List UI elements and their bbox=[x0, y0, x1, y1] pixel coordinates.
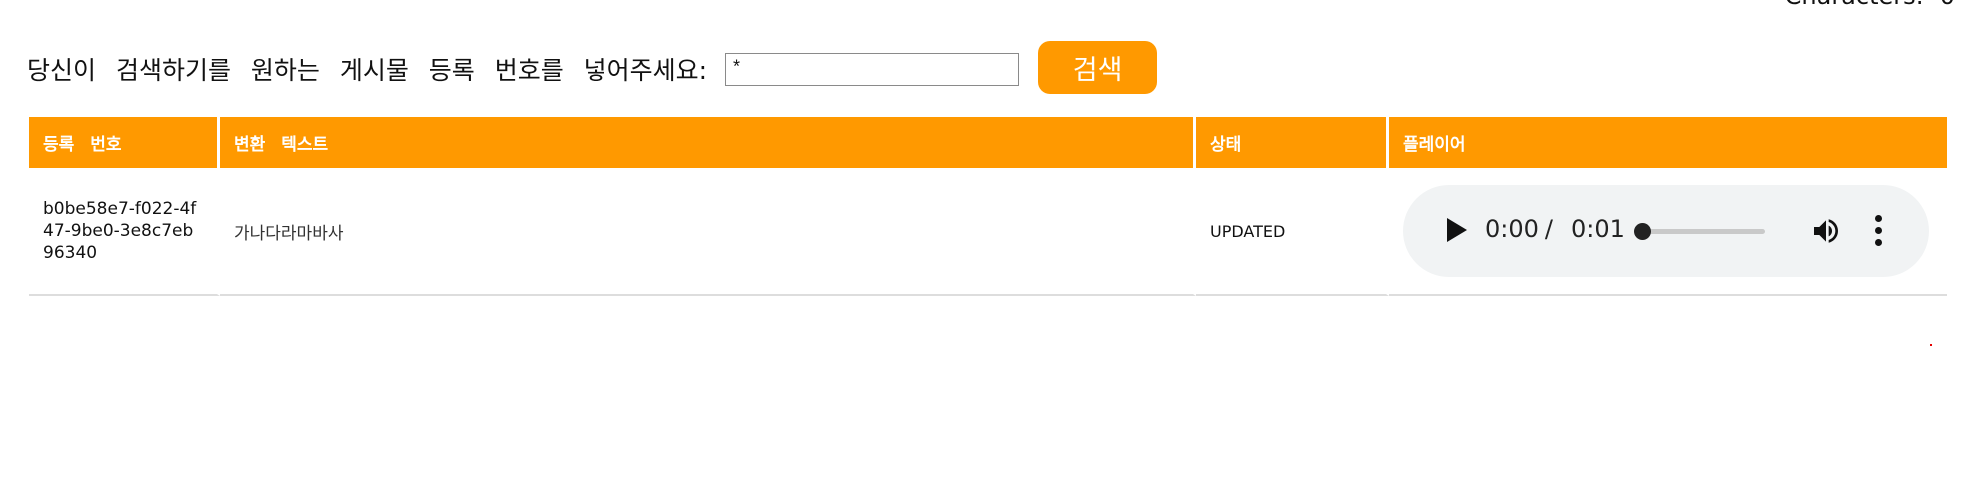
character-counter-value: 0 bbox=[1940, 0, 1955, 10]
progress-slider[interactable] bbox=[1634, 223, 1765, 240]
column-header-status: 상태 bbox=[1196, 117, 1389, 168]
more-options-icon[interactable] bbox=[1875, 215, 1883, 247]
search-bar: 당신이 검색하기를 원하는 게시물 등록 번호를 넣어주세요: 검색 bbox=[27, 40, 1158, 96]
cell-text: 가나다라마바사 bbox=[220, 168, 1196, 296]
table-header: 등록 번호 변환 텍스트 상태 플레이어 bbox=[29, 117, 1947, 168]
duration: 0:01 bbox=[1571, 215, 1625, 243]
table-header-row: 등록 번호 변환 텍스트 상태 플레이어 bbox=[29, 117, 1947, 168]
status-text: UPDATED bbox=[1210, 221, 1286, 241]
column-header-player: 플레이어 bbox=[1389, 117, 1947, 168]
time-separator: / bbox=[1544, 215, 1553, 243]
table-row: b0be58e7-f022-4f47-9be0-3e8c7eb96340 가나다… bbox=[29, 168, 1947, 296]
converted-text: 가나다라마바사 bbox=[234, 223, 344, 244]
volume-icon[interactable] bbox=[1809, 215, 1843, 247]
page: Characters: 0 당신이 검색하기를 원하는 게시물 등록 번호를 넣어… bbox=[0, 0, 1969, 495]
search-label: 당신이 검색하기를 원하는 게시물 등록 번호를 넣어주세요: bbox=[27, 56, 708, 85]
cell-player: 0:00/ 0:01 bbox=[1389, 168, 1947, 296]
cell-status: UPDATED bbox=[1196, 168, 1389, 296]
cell-id: b0be58e7-f022-4f47-9be0-3e8c7eb96340 bbox=[29, 168, 220, 296]
progress-thumb[interactable] bbox=[1634, 223, 1651, 240]
character-counter-label: Characters: bbox=[1785, 0, 1924, 10]
time-display: 0:00/ 0:01 bbox=[1485, 215, 1625, 243]
audio-player: 0:00/ 0:01 bbox=[1403, 185, 1929, 277]
results-table: 등록 번호 변환 텍스트 상태 플레이어 b0be58e7-f022-4f47-… bbox=[29, 117, 1947, 296]
search-button[interactable]: 검색 bbox=[1038, 40, 1158, 94]
current-time: 0:00 bbox=[1485, 215, 1539, 243]
marker-dot bbox=[1930, 344, 1932, 346]
registration-id: b0be58e7-f022-4f47-9be0-3e8c7eb96340 bbox=[43, 199, 197, 263]
play-icon[interactable] bbox=[1447, 218, 1467, 242]
table-body: b0be58e7-f022-4f47-9be0-3e8c7eb96340 가나다… bbox=[29, 168, 1947, 296]
character-counter: Characters: 0 bbox=[1785, 0, 1955, 10]
column-header-id: 등록 번호 bbox=[29, 117, 220, 168]
search-input[interactable] bbox=[725, 52, 1020, 86]
column-header-text: 변환 텍스트 bbox=[220, 117, 1196, 168]
